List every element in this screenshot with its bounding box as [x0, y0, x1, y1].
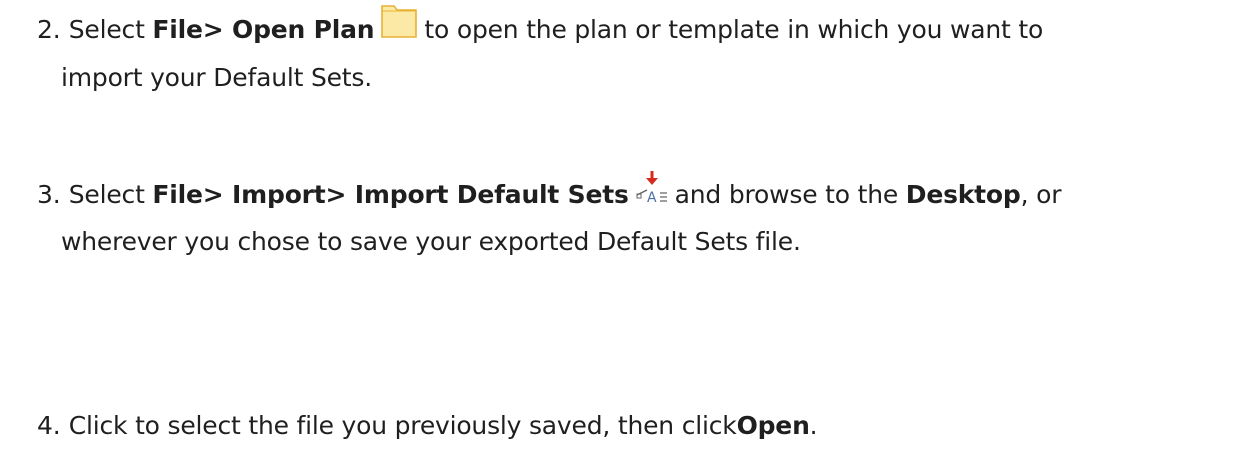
step-text: and browse to the [674, 180, 906, 209]
import-default-sets-icon: A [635, 169, 669, 217]
step-number: 2. [37, 15, 61, 44]
step-text-end: . [809, 411, 818, 440]
svg-text:A: A [647, 190, 657, 203]
menu-path-import-default-sets: File> Import> Import Default Sets [152, 180, 629, 209]
step-2-line-1: 2. Select File> Open Plan to open the pla… [37, 3, 1044, 56]
step-3: 3. Select File> Import> Import Default S… [37, 169, 1062, 264]
step-3-line-1: 3. Select File> Import> Import Default S… [37, 169, 1062, 220]
step-text: to open the plan or template in which yo… [424, 15, 1044, 44]
step-number: 3. [37, 180, 61, 209]
action-open: Open [736, 411, 810, 440]
menu-path-open-plan: File> Open Plan [152, 15, 375, 44]
step-text: Click to select the file you previously … [68, 411, 737, 440]
location-desktop: Desktop [905, 180, 1021, 209]
step-3-line-2: wherever you chose to save your exported… [61, 227, 801, 256]
open-plan-folder-icon [380, 3, 418, 53]
step-number: 4. [37, 411, 61, 440]
step-2-line-2: import your Default Sets. [61, 63, 372, 92]
step-text-end: , or [1020, 180, 1062, 209]
step-4: 4. Click to select the file you previous… [37, 404, 818, 448]
step-4-line-1: 4. Click to select the file you previous… [37, 404, 818, 448]
step-prefix: Select [68, 180, 153, 209]
step-prefix: Select [68, 15, 153, 44]
step-2: 2. Select File> Open Plan to open the pla… [37, 3, 1044, 100]
